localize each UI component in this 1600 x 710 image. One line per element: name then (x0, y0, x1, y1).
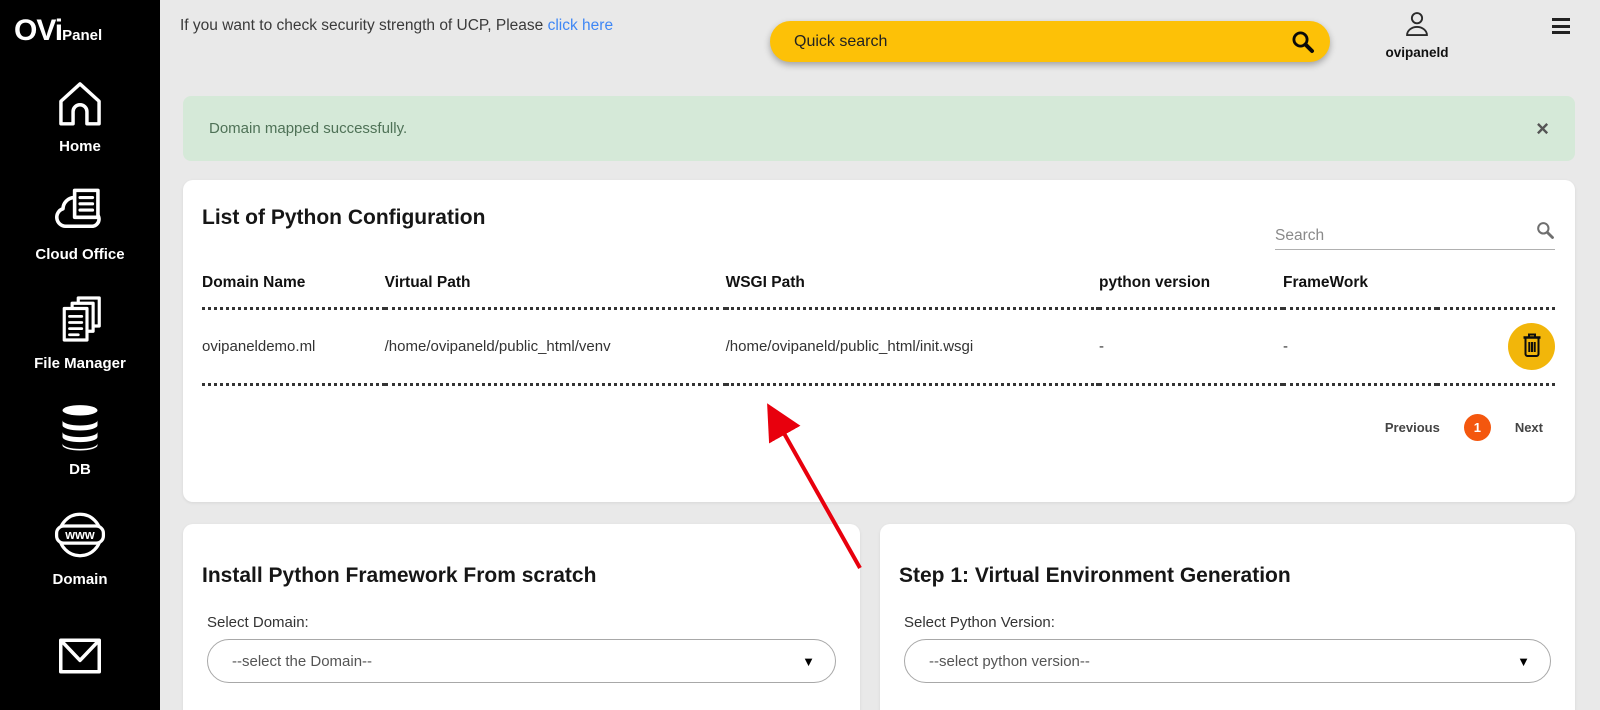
quick-search-bar (770, 21, 1330, 62)
security-notice-link[interactable]: click here (548, 17, 613, 34)
svg-text:www: www (64, 528, 95, 542)
database-icon (53, 402, 107, 452)
cell-framework: - (1283, 308, 1438, 386)
python-config-card: List of Python Configuration Domain Name (183, 180, 1575, 502)
sidebar-item-label: Home (59, 137, 101, 155)
table-search (1275, 220, 1555, 250)
sidebar-item-label: File Manager (34, 354, 126, 372)
python-version-select-value: --select python version-- (929, 652, 1090, 670)
alert-message: Domain mapped successfully. (209, 120, 408, 137)
username: ovipaneld (1385, 45, 1449, 60)
cell-domain-name: ovipaneldemo.ml (202, 308, 385, 386)
cell-wsgi-path: /home/ovipaneld/public_html/init.wsgi (725, 308, 1100, 386)
chevron-down-icon: ▼ (1517, 653, 1530, 669)
pagination-previous[interactable]: Previous (1385, 420, 1440, 435)
python-config-table: Domain Name Virtual Path WSGI Path pytho… (202, 274, 1555, 386)
domain-www-icon: www (51, 508, 109, 562)
cell-virtual-path: /home/ovipaneld/public_html/venv (384, 308, 726, 386)
quick-search-input[interactable] (794, 32, 1290, 51)
trash-icon (1520, 332, 1544, 361)
column-header-virtual-path: Virtual Path (384, 274, 726, 310)
select-python-version-label: Select Python Version: (904, 614, 1055, 631)
brand-name-light: Panel (62, 27, 103, 44)
sidebar-item-home[interactable]: Home (0, 62, 160, 170)
pagination-page-1[interactable]: 1 (1463, 414, 1491, 441)
security-notice-text: If you want to check security strength o… (180, 17, 544, 34)
search-icon[interactable] (1290, 29, 1316, 55)
sidebar: OViPanel Home Cloud Office File Manager … (0, 0, 160, 710)
success-alert: Domain mapped successfully. × (183, 96, 1575, 161)
alert-close-icon[interactable]: × (1536, 117, 1549, 140)
user-menu[interactable]: ovipaneld (1372, 10, 1462, 60)
brand-logo: OViPanel (0, 0, 160, 62)
top-bar: If you want to check security strength o… (160, 0, 1600, 96)
sidebar-item-cloud-office[interactable]: Cloud Office (0, 170, 160, 278)
column-header-wsgi-path: WSGI Path (725, 274, 1100, 310)
pagination-next[interactable]: Next (1515, 420, 1543, 435)
column-header-actions (1437, 274, 1555, 310)
install-framework-title: Install Python Framework From scratch (202, 564, 597, 587)
domain-select[interactable]: --select the Domain-- ▼ (207, 639, 836, 683)
virtual-env-title: Step 1: Virtual Environment Generation (899, 564, 1291, 587)
sidebar-item-domain[interactable]: www Domain (0, 494, 160, 602)
sidebar-item-label: DB (69, 460, 91, 478)
sidebar-item-email[interactable] (0, 602, 160, 710)
sidebar-item-file-manager[interactable]: File Manager (0, 278, 160, 386)
file-manager-icon (52, 292, 108, 346)
domain-select-value: --select the Domain-- (232, 652, 373, 670)
sidebar-item-label: Cloud Office (35, 245, 125, 263)
cloud-office-icon (51, 185, 109, 237)
python-config-title: List of Python Configuration (202, 206, 486, 229)
column-header-domain-name: Domain Name (202, 274, 385, 310)
select-domain-label: Select Domain: (207, 614, 309, 631)
delete-button[interactable] (1508, 323, 1555, 370)
column-header-framework: FrameWork (1283, 274, 1438, 310)
sidebar-item-label: Domain (52, 570, 108, 588)
column-header-python-version: python version (1099, 274, 1284, 310)
pagination: Previous 1 Next (202, 414, 1555, 441)
user-icon (1403, 12, 1431, 42)
table-search-input[interactable] (1275, 227, 1535, 245)
install-framework-card: Install Python Framework From scratch Se… (183, 524, 860, 710)
hamburger-menu-icon[interactable] (1552, 18, 1570, 38)
chevron-down-icon: ▼ (802, 653, 815, 669)
home-icon (52, 77, 108, 129)
sidebar-item-db[interactable]: DB (0, 386, 160, 494)
main-content: If you want to check security strength o… (160, 0, 1600, 710)
security-notice: If you want to check security strength o… (180, 17, 613, 35)
brand-name-bold: OVi (14, 14, 63, 47)
python-version-select[interactable]: --select python version-- ▼ (904, 639, 1551, 683)
table-row: ovipaneldemo.ml /home/ovipaneld/public_h… (202, 308, 1555, 386)
cell-python-version: - (1099, 308, 1284, 386)
virtual-env-card: Step 1: Virtual Environment Generation S… (880, 524, 1575, 710)
email-icon (52, 632, 108, 680)
search-icon[interactable] (1535, 220, 1555, 245)
